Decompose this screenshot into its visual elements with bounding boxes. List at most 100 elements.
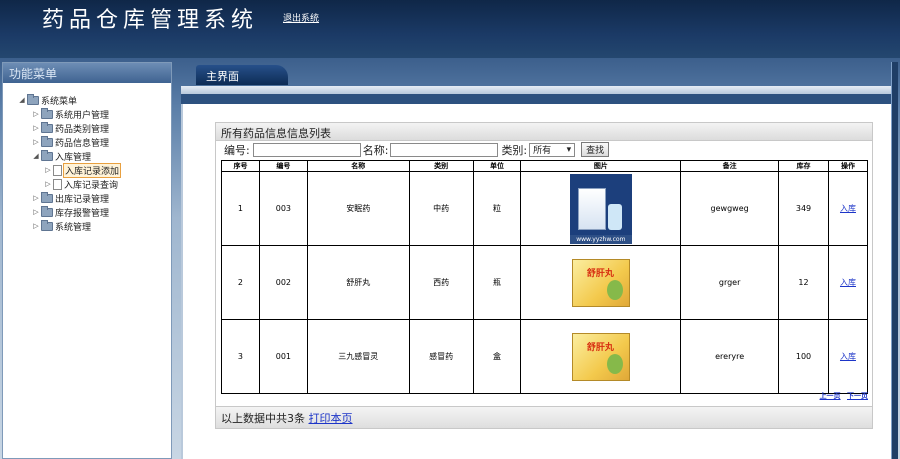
- column-header: 序号: [221, 160, 260, 172]
- chevron-down-icon: ▾: [566, 144, 572, 155]
- stock-in-link[interactable]: 入库: [840, 352, 856, 361]
- folder-icon: [27, 93, 39, 105]
- app-header: 药品仓库管理系统 退出系统: [0, 0, 900, 58]
- stock-in-link[interactable]: 入库: [840, 278, 856, 287]
- tree-node-system-management[interactable]: ▷ 系统管理: [31, 219, 91, 233]
- search-button[interactable]: 查找: [581, 142, 610, 157]
- cell-stock: 12: [778, 245, 829, 320]
- folder-icon: [41, 219, 53, 231]
- stock-in-link[interactable]: 入库: [840, 204, 856, 213]
- column-header: 备注: [680, 160, 780, 172]
- cell-unit: 粒: [472, 171, 522, 246]
- expand-icon[interactable]: ▷: [31, 124, 41, 132]
- panel-divider: [181, 86, 891, 94]
- folder-open-icon: [41, 149, 53, 161]
- print-page-link[interactable]: 打印本页: [309, 412, 353, 425]
- expand-icon[interactable]: ▷: [43, 180, 53, 188]
- expand-icon[interactable]: ▷: [31, 194, 41, 202]
- tree-node-label: 入库管理: [55, 152, 92, 163]
- pager: 上一页 下一页: [221, 391, 868, 401]
- prev-page-link[interactable]: 上一页: [820, 392, 841, 400]
- leaf-graphic: [606, 353, 623, 374]
- column-header: 类别: [408, 160, 474, 172]
- tree-node-stock-alarm[interactable]: ▷ 库存报警管理: [31, 205, 109, 219]
- table-row: 3 001 三九感冒灵 感冒药 盒 舒肝丸 ereryre 100 入库: [221, 319, 869, 394]
- cell-note: gewgweg: [680, 171, 780, 246]
- cell-index: 1: [221, 171, 260, 246]
- cell-unit: 盒: [472, 319, 522, 394]
- search-bar: 编号: 名称: 类别: 所有 ▾ 查找: [216, 141, 872, 158]
- expand-icon[interactable]: ▷: [43, 166, 53, 174]
- box-label: 舒肝丸: [586, 268, 614, 279]
- collapse-icon[interactable]: ◢: [17, 96, 27, 104]
- cell-name: 安眠药: [306, 171, 410, 246]
- tree-node-label: 系统用户管理: [55, 110, 110, 121]
- tree-node-stock-in-query[interactable]: ▷ 入库记录查询: [43, 177, 118, 191]
- folder-icon: [41, 121, 53, 133]
- tree-node-stock-in-add[interactable]: ▷ 入库记录添加: [43, 162, 122, 178]
- category-select[interactable]: 所有 ▾: [529, 142, 576, 157]
- cell-index: 3: [221, 319, 260, 394]
- main-panel: 主界面 所有药品信息信息列表 编号: 名称: 类别: 所有 ▾ 查找 序号 编号…: [181, 62, 898, 459]
- tree-node-label: 出库记录管理: [55, 194, 110, 205]
- column-header: 名称: [306, 160, 410, 172]
- tree-node-stock-out[interactable]: ▷ 出库记录管理: [31, 191, 109, 205]
- cell-stock: 349: [778, 171, 829, 246]
- app-title: 药品仓库管理系统: [42, 8, 259, 33]
- panel-edge: [891, 62, 898, 459]
- document-icon: [53, 164, 62, 176]
- cell-action: 入库: [827, 319, 869, 394]
- expand-icon[interactable]: ▷: [31, 222, 41, 230]
- leaf-graphic: [606, 279, 623, 300]
- cell-image: www.yyzhw.com: [520, 171, 682, 246]
- tree-node-system-menu[interactable]: ◢ 系统菜单: [17, 93, 77, 107]
- cell-action: 入库: [827, 245, 869, 320]
- name-input[interactable]: [390, 142, 499, 157]
- panel-toolbar: [181, 94, 891, 104]
- tab-bar: 主界面: [181, 62, 898, 86]
- name-label: 名称:: [362, 143, 389, 157]
- cell-action: 入库: [827, 171, 869, 246]
- expand-icon[interactable]: ▷: [31, 138, 41, 146]
- expand-icon[interactable]: ▷: [31, 110, 41, 118]
- tree-node-stock-in[interactable]: ◢ 入库管理: [31, 149, 91, 163]
- list-footer: 以上数据中共3条 打印本页: [216, 406, 872, 428]
- medicine-box-image: 舒肝丸: [571, 258, 630, 307]
- next-page-link[interactable]: 下一页: [847, 392, 868, 400]
- medicine-bottle-shape: [607, 203, 622, 230]
- folder-icon: [41, 107, 53, 119]
- folder-icon: [41, 205, 53, 217]
- logout-link[interactable]: 退出系统: [283, 11, 319, 24]
- category-label: 类别:: [501, 143, 528, 157]
- cell-note: grger: [680, 245, 780, 320]
- expand-icon[interactable]: ▷: [31, 208, 41, 216]
- code-input[interactable]: [252, 142, 361, 157]
- sidebar: 功能菜单 ◢ 系统菜单 ▷ 系统用户管理 ▷ 药品类别管理 ▷ 药品信息管理 ◢…: [2, 62, 172, 459]
- column-header: 编号: [258, 160, 308, 172]
- column-header: 图片: [520, 160, 682, 172]
- tree-node-drug-info-management[interactable]: ▷ 药品信息管理: [31, 135, 109, 149]
- content-area: 所有药品信息信息列表 编号: 名称: 类别: 所有 ▾ 查找 序号 编号 名称 …: [181, 104, 891, 459]
- image-watermark: www.yyzhw.com: [569, 234, 632, 244]
- table-row: 1 003 安眠药 中药 粒 www.yyzhw.com gewgweg 349…: [221, 171, 869, 246]
- table-row: 2 002 舒肝丸 西药 瓶 舒肝丸 grger 12 入库: [221, 245, 869, 320]
- tab-main[interactable]: 主界面: [196, 65, 288, 85]
- medicine-box-image: www.yyzhw.com: [569, 173, 632, 244]
- table-header-row: 序号 编号 名称 类别 单位 图片 备注 库存 操作: [221, 160, 869, 172]
- cell-image: 舒肝丸: [520, 245, 682, 320]
- cell-category: 中药: [408, 171, 474, 246]
- cell-name: 三九感冒灵: [306, 319, 410, 394]
- record-summary: 以上数据中共3条: [221, 412, 305, 425]
- document-icon: [53, 178, 62, 190]
- cell-code: 003: [258, 171, 308, 246]
- cell-category: 感冒药: [408, 319, 474, 394]
- code-label: 编号:: [224, 143, 250, 157]
- column-header: 操作: [827, 160, 869, 172]
- menu-tree: ◢ 系统菜单 ▷ 系统用户管理 ▷ 药品类别管理 ▷ 药品信息管理 ◢ 入库管理…: [3, 83, 171, 233]
- cell-image: 舒肝丸: [520, 319, 682, 394]
- collapse-icon[interactable]: ◢: [31, 152, 41, 160]
- cell-name: 舒肝丸: [306, 245, 410, 320]
- tree-node-category-management[interactable]: ▷ 药品类别管理: [31, 121, 109, 135]
- tree-node-user-management[interactable]: ▷ 系统用户管理: [31, 107, 109, 121]
- tree-node-label: 系统菜单: [41, 96, 78, 107]
